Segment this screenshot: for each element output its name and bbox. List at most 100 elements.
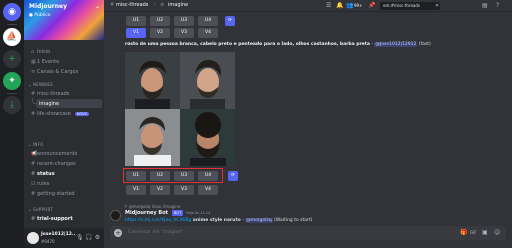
bell-icon[interactable]: 🔔 (336, 2, 343, 9)
members-icon[interactable]: 👥 (346, 2, 353, 9)
grid-image-3[interactable] (125, 109, 180, 166)
grid-image-2[interactable] (180, 52, 235, 109)
user-tag: #0470 (41, 239, 55, 244)
sidebar-item-status[interactable]: # status (28, 169, 102, 178)
chevron-down-icon[interactable]: ⌄ (95, 3, 100, 10)
emoji-icon[interactable]: ☺ (494, 229, 500, 236)
sidebar-item-channels-roles[interactable]: ≡ Canais & Cargos (28, 67, 102, 76)
sidebar-item-life-showcase[interactable]: # life-showcase NOVO (28, 109, 102, 118)
portrait-1 (125, 52, 180, 109)
sidebar-item-label: rules (37, 180, 50, 187)
midjourney-server-icon[interactable]: ⛵ (3, 28, 21, 46)
category-newbies[interactable]: ⌄ NEWBIES (28, 82, 53, 87)
highlight-box (123, 168, 223, 183)
reroll-button[interactable]: ⟳ (228, 171, 238, 181)
sidebar-item-label: life-showcase (37, 110, 71, 117)
gear-icon[interactable]: ⚙ (94, 234, 101, 241)
sidebar-item-label: 1 Evento (37, 58, 60, 65)
category-info[interactable]: ⌄ INFO (28, 142, 43, 147)
variation-v3-button[interactable]: V3 (174, 185, 194, 195)
message-timestamp: Hoje às 11:14 (186, 211, 211, 215)
generated-image-grid[interactable] (125, 52, 235, 166)
sidebar-item-label: misc-threads (37, 90, 70, 97)
header-channel-name[interactable]: misc-threads (116, 2, 148, 8)
category-support[interactable]: ⌄ SUPPORT (28, 207, 53, 212)
portrait-4 (180, 109, 235, 166)
variation-v4-button[interactable]: V4 (198, 185, 218, 195)
help-icon[interactable]: ? (496, 2, 499, 9)
sidebar-item-recent-changes[interactable]: # recent-changes (28, 159, 102, 168)
message-input[interactable]: Conversar em "imagine" (128, 230, 183, 235)
header-thread-name: imagine (168, 2, 189, 8)
upscale-u1-button[interactable]: U1 (126, 16, 146, 26)
explore-icon[interactable]: ✦ (3, 72, 21, 90)
image-link[interactable]: https://s.mj.run/XJeo_VCX6Bg (125, 218, 191, 223)
rail-divider (7, 24, 17, 25)
user-mention[interactable]: @morgolzq (245, 218, 273, 223)
sticker-icon[interactable]: ▣ (482, 229, 488, 236)
headphones-icon[interactable]: 🎧 (85, 234, 92, 241)
category-label: NEWBIES (33, 82, 53, 87)
breadcrumb-separator-icon: › (154, 2, 156, 8)
channel-hash-icon: # (110, 2, 115, 8)
grid-image-4[interactable] (180, 109, 235, 166)
upscale-u4-button[interactable]: U4 (198, 16, 218, 26)
variation-v2-button[interactable]: V2 (150, 28, 170, 38)
variation-v1-button[interactable]: V1 (126, 185, 146, 195)
thread-icon: ⊕ (160, 2, 165, 8)
reroll-button[interactable]: ⟳ (225, 16, 235, 26)
discord-logo-icon[interactable]: ◉ (3, 3, 21, 21)
server-visibility: Público (34, 13, 51, 18)
sidebar-item-label: status (37, 170, 55, 177)
download-icon[interactable]: ⤓ (3, 96, 21, 114)
variation-v3-button[interactable]: V3 (174, 28, 194, 38)
threads-icon[interactable]: ☰ (326, 2, 331, 9)
add-attachment-icon[interactable]: + (114, 229, 122, 237)
new-badge: NOVO (74, 111, 90, 116)
sidebar-item-announcements[interactable]: 📢 announcements (28, 149, 102, 158)
sidebar-item-rules[interactable]: ☑ rules (28, 179, 102, 188)
gift-icon[interactable]: 🎁 (460, 229, 467, 236)
channel-header: # misc-threads › ⊕ imagine ☰ 🔔 👥 99+ 📌 e… (104, 0, 512, 12)
upscale-u2-button[interactable]: U2 (150, 16, 170, 26)
sidebar-item-label: Canais & Cargos (37, 68, 79, 75)
avatar[interactable] (27, 232, 39, 244)
microphone-icon[interactable]: 🎙 (76, 234, 84, 241)
category-label: SUPPORT (33, 207, 53, 212)
sidebar-item-imagine[interactable]: imagine (36, 99, 102, 108)
sidebar-item-label: getting-started (37, 190, 75, 197)
sidebar-item-misc-threads[interactable]: # misc-threads (28, 89, 102, 98)
bot-author-name[interactable]: Midjourney Bot (125, 210, 168, 216)
bot-badge: BOT (172, 210, 184, 216)
bot-message-text: https://s.mj.run/XJeo_VCX6Bg anime style… (125, 218, 313, 223)
job-status: (Waiting to start) (274, 218, 313, 223)
variation-v1-button[interactable]: V1 (126, 28, 146, 38)
channel-sidebar: Midjourney ⌄ ● Público ⌂ Início ▦ 1 Evento… (24, 0, 104, 248)
pin-icon[interactable]: 📌 (368, 2, 375, 9)
close-icon[interactable]: ✕ (435, 3, 439, 9)
upscale-u3-button[interactable]: U3 (174, 16, 194, 26)
sidebar-item-events[interactable]: ▦ 1 Evento (28, 57, 102, 66)
sidebar-item-trial-support[interactable]: # trial-support (28, 214, 102, 223)
portrait-3 (125, 109, 180, 166)
message-composer[interactable]: + Conversar em "imagine" 🎁 GIF ▣ ☺ (110, 226, 506, 240)
gif-icon[interactable]: GIF (470, 230, 477, 235)
sidebar-item-label: recent-changes (37, 160, 76, 167)
reply-reference[interactable]: ↱ @morgoliq Usou /imagine (124, 204, 180, 209)
avatar[interactable] (110, 210, 121, 221)
prompt-text: rosto de uma pessoa branca, cabelo preto… (125, 42, 431, 47)
server-subtitle: ● Público (29, 13, 51, 18)
add-server-icon[interactable]: + (3, 50, 21, 68)
sidebar-item-getting-started[interactable]: # getting-started (28, 189, 102, 198)
inbox-icon[interactable]: ▤ (482, 2, 488, 9)
server-name: Midjourney (29, 3, 67, 10)
sidebar-item-home[interactable]: ⌂ Início (28, 47, 102, 56)
search-input[interactable]: em:#misc-threads (380, 2, 440, 10)
variation-v2-button[interactable]: V2 (150, 185, 170, 195)
bot-prompt: anime style naruto (192, 218, 241, 223)
sidebar-item-label: Início (37, 48, 51, 55)
variation-v4-button[interactable]: V4 (198, 28, 218, 38)
user-mention[interactable]: @Jose1012|12912 (374, 42, 418, 47)
grid-image-1[interactable] (125, 52, 180, 109)
server-banner[interactable]: Midjourney ⌄ ● Público (24, 0, 104, 40)
